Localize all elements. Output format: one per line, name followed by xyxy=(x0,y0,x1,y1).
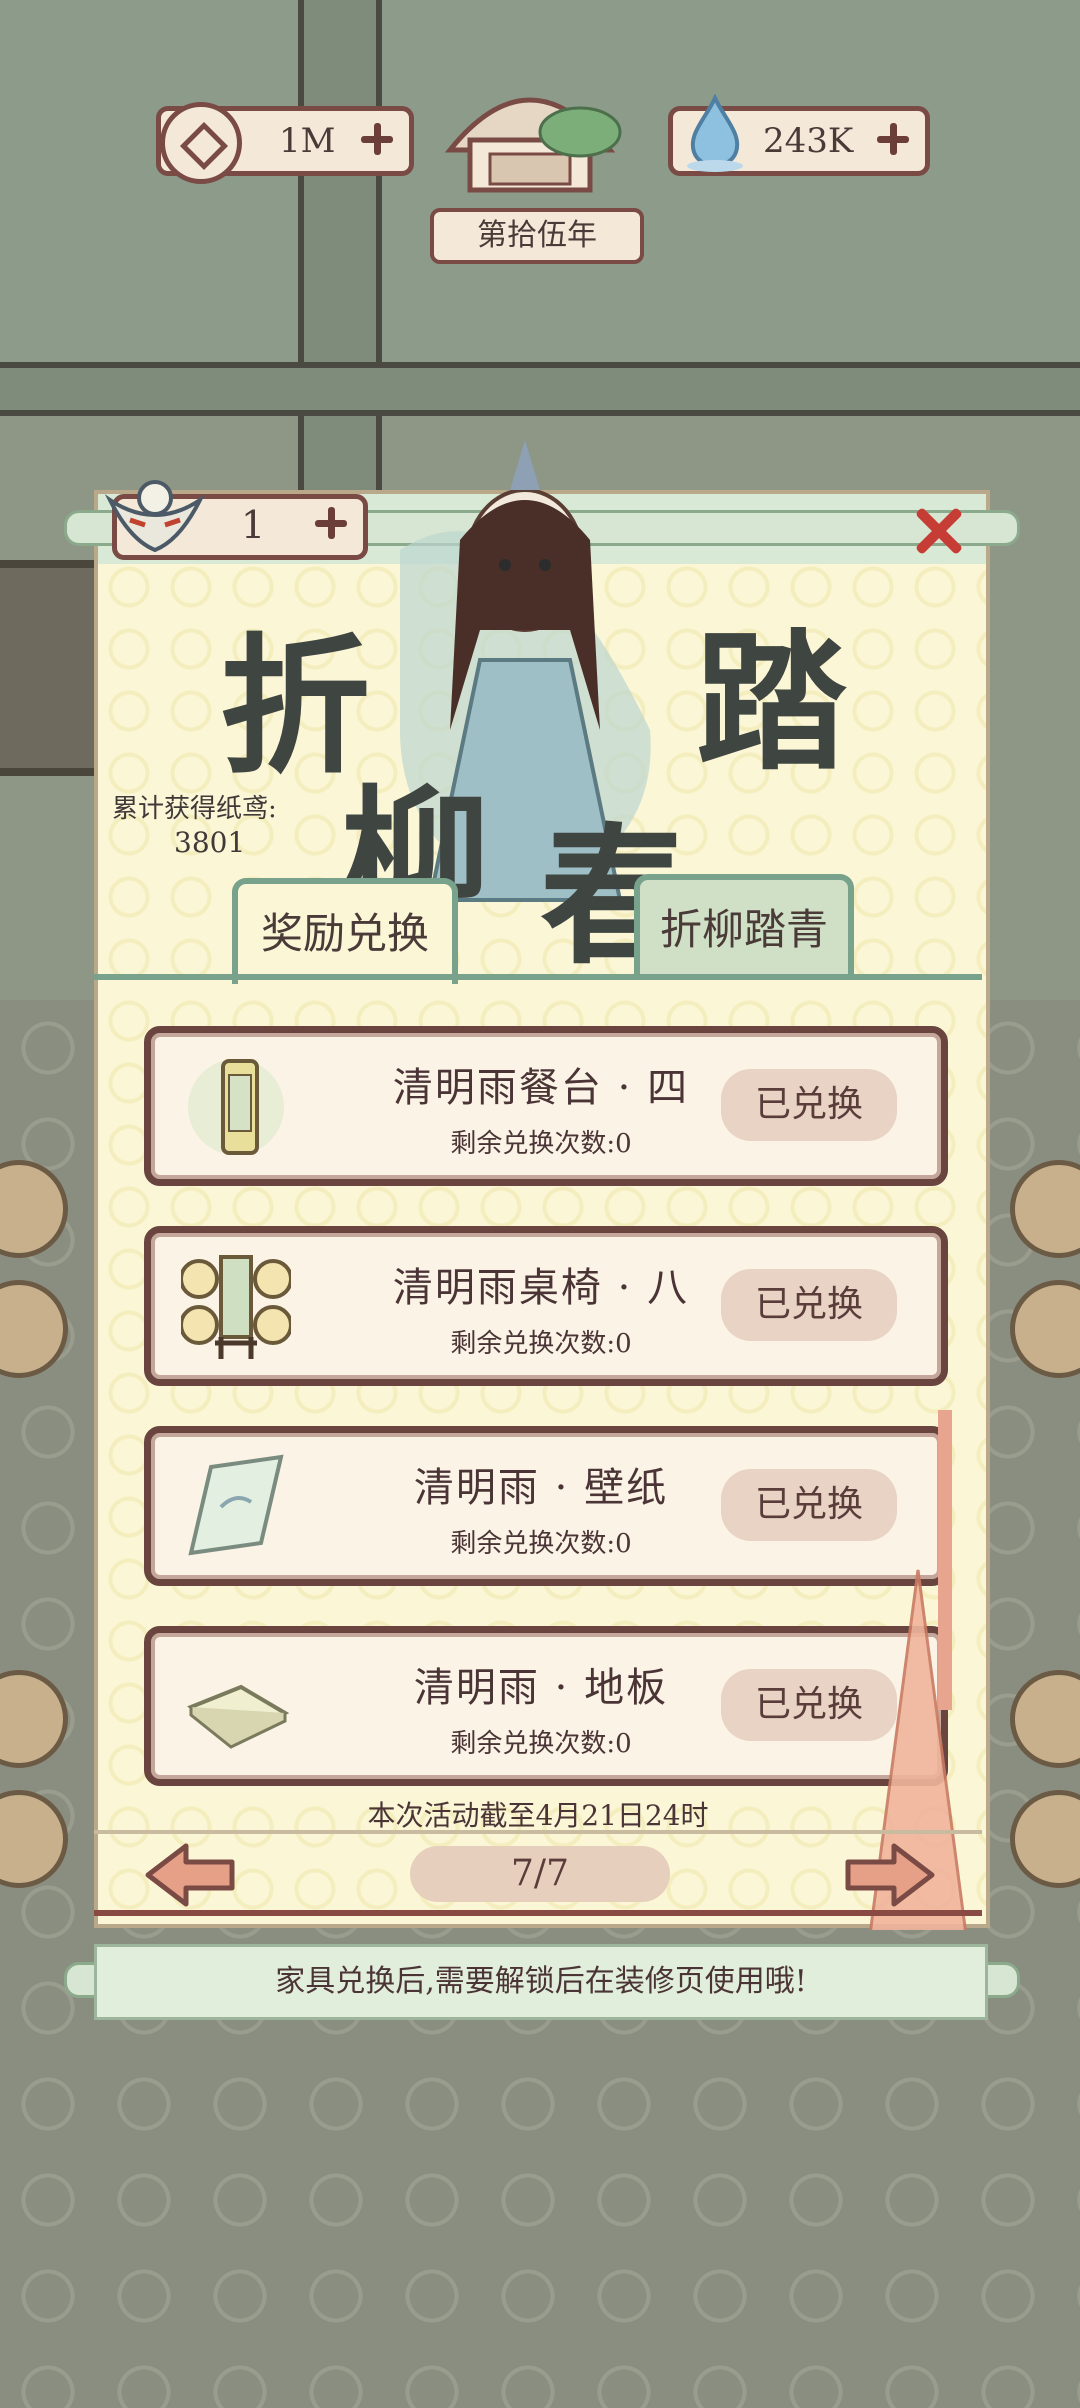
wall-pillar xyxy=(298,0,382,500)
coin-icon xyxy=(160,102,242,184)
tab-willow-outing[interactable]: 折柳踏青 xyxy=(634,874,854,980)
prev-arrow-icon[interactable] xyxy=(142,1840,238,1910)
year-plaque xyxy=(430,70,630,210)
floor-tile-icon xyxy=(181,1647,291,1765)
exchange-item-card: 清明雨餐台 · 四 剩余兑换次数:0 已兑换 xyxy=(144,1026,948,1186)
plus-icon[interactable] xyxy=(357,119,397,159)
year-label: 第拾伍年 xyxy=(430,208,644,264)
item-name: 清明雨 · 地板 xyxy=(413,1665,669,1711)
exchange-item-card: 清明雨桌椅 · 八 剩余兑换次数:0 已兑换 xyxy=(144,1226,948,1386)
exchange-item-card: 清明雨 · 壁纸 剩余兑换次数:0 已兑换 xyxy=(144,1426,948,1586)
jade-drop-icon xyxy=(684,93,746,174)
item-remaining: 剩余兑换次数:0 xyxy=(450,1329,632,1359)
pager-bottom-line xyxy=(94,1910,982,1916)
usage-notice: 家具兑换后,需要解锁后在装修页使用哦! xyxy=(94,1944,988,2020)
item-remaining: 剩余兑换次数:0 xyxy=(450,1129,632,1159)
item-remaining: 剩余兑换次数:0 xyxy=(450,1529,632,1559)
page-indicator: 7/7 xyxy=(410,1846,670,1902)
exchange-item-card: 清明雨 · 地板 剩余兑换次数:0 已兑换 xyxy=(144,1626,948,1786)
plus-icon[interactable] xyxy=(873,119,913,159)
table-chairs-icon xyxy=(179,1247,293,1365)
kite-icon xyxy=(100,470,210,570)
item-name: 清明雨 · 壁纸 xyxy=(413,1465,669,1511)
item-remaining: 剩余兑换次数:0 xyxy=(450,1729,632,1759)
banner-char-3: 踏 xyxy=(696,615,847,791)
coin-value: 1M xyxy=(279,121,336,161)
wallpaper-scroll-icon xyxy=(181,1447,291,1565)
stats-value: 3801 xyxy=(174,826,246,859)
close-icon[interactable] xyxy=(912,504,966,558)
item-name: 清明雨餐台 · 四 xyxy=(392,1065,690,1111)
wall-beam xyxy=(0,362,1080,416)
tab-reward-exchange[interactable]: 奖励兑换 xyxy=(232,878,458,984)
pager-divider xyxy=(94,1830,982,1834)
redeemed-button[interactable]: 已兑换 xyxy=(721,1269,897,1341)
kite-count-value: 1 xyxy=(241,503,266,547)
stats-label: 累计获得纸鸢: xyxy=(112,794,277,824)
plus-icon[interactable] xyxy=(311,503,351,543)
lattice-window xyxy=(0,560,106,776)
event-deadline: 本次活动截至4月21日24时 xyxy=(367,1799,709,1832)
item-name: 清明雨桌椅 · 八 xyxy=(392,1265,690,1311)
jade-value: 243K xyxy=(763,121,854,161)
redeemed-button[interactable]: 已兑换 xyxy=(721,1069,897,1141)
dining-table-icon xyxy=(181,1047,291,1165)
next-arrow-icon[interactable] xyxy=(842,1840,938,1910)
tab-underline xyxy=(94,974,982,980)
